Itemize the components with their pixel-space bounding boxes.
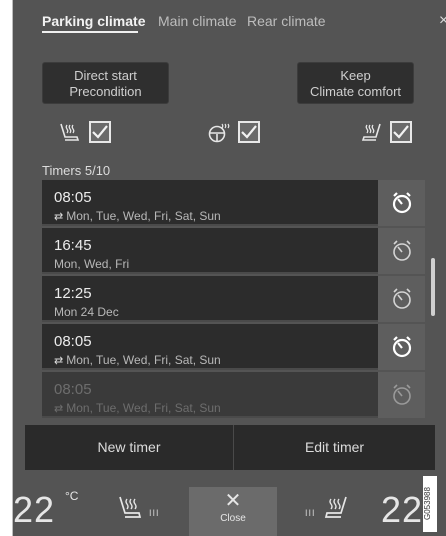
close-label: Close bbox=[220, 513, 246, 524]
timer-row[interactable]: 08:05 ⇄ Mon, Tue, Wed, Fri, Sat, Sun bbox=[42, 372, 425, 418]
right-temperature[interactable]: 22 bbox=[381, 489, 423, 531]
checkmark-icon bbox=[241, 125, 257, 139]
climate-screen: Parking climate Main climate Rear climat… bbox=[12, 0, 446, 536]
timer-toggle-button[interactable] bbox=[378, 276, 425, 322]
keep-climate-comfort-button[interactable]: Keep Climate comfort bbox=[297, 62, 414, 104]
timer-active-icon bbox=[392, 336, 411, 358]
timer-toggle-button[interactable] bbox=[378, 372, 425, 418]
timer-icon bbox=[392, 288, 411, 309]
timer-days: ⇄ Mon, Tue, Wed, Fri, Sat, Sun bbox=[54, 401, 221, 415]
active-tab-indicator bbox=[42, 31, 138, 33]
timer-toggle-button[interactable] bbox=[378, 180, 425, 226]
timers-count-label: Timers 5/10 bbox=[42, 163, 111, 178]
checkmark-icon bbox=[92, 125, 108, 139]
timer-icon bbox=[392, 240, 411, 261]
heated-steering-wheel-checkbox[interactable] bbox=[238, 121, 260, 143]
precondition-label: Precondition bbox=[69, 84, 142, 99]
repeat-icon: ⇄ bbox=[54, 211, 64, 223]
keep-label: Keep bbox=[340, 68, 371, 83]
timer-time: 08:05 bbox=[54, 381, 92, 398]
left-temperature[interactable]: 22 bbox=[13, 489, 55, 531]
close-icon[interactable]: × bbox=[439, 12, 446, 30]
timer-toggle-button[interactable] bbox=[378, 228, 425, 274]
timer-days-text: Mon, Tue, Wed, Fri, Sat, Sun bbox=[66, 401, 221, 415]
timer-days: ⇄ Mon, Tue, Wed, Fri, Sat, Sun bbox=[54, 353, 221, 367]
timer-days: ⇄ Mon, Tue, Wed, Fri, Sat, Sun bbox=[54, 209, 221, 223]
timer-row[interactable]: 16:45 Mon, Wed, Fri bbox=[42, 228, 425, 274]
left-seat-heat-icon[interactable] bbox=[116, 493, 146, 521]
timer-list-scrollbar[interactable] bbox=[431, 258, 435, 316]
repeat-icon: ⇄ bbox=[54, 403, 64, 415]
heated-rear-seat-checkbox[interactable] bbox=[390, 121, 412, 143]
heated-rear-seat-icon bbox=[361, 123, 381, 141]
image-code-label: G053988 bbox=[423, 476, 437, 532]
direct-start-label: Direct start bbox=[74, 68, 137, 83]
checkmark-icon bbox=[393, 125, 409, 139]
heated-seat-checkbox[interactable] bbox=[89, 121, 111, 143]
timer-days-text: Mon, Tue, Wed, Fri, Sat, Sun bbox=[66, 353, 221, 367]
tab-main-climate[interactable]: Main climate bbox=[158, 13, 237, 29]
timer-time: 08:05 bbox=[54, 333, 92, 350]
close-icon: ✕ bbox=[224, 490, 242, 512]
timer-icon bbox=[392, 384, 411, 405]
repeat-icon: ⇄ bbox=[54, 355, 64, 367]
heated-steering-wheel-icon bbox=[208, 123, 230, 143]
heated-seat-icon bbox=[60, 123, 80, 141]
tab-rear-climate[interactable]: Rear climate bbox=[247, 13, 326, 29]
heated-seat-option bbox=[57, 119, 111, 145]
edit-timer-button[interactable]: Edit timer bbox=[234, 425, 435, 470]
timer-time: 12:25 bbox=[54, 285, 92, 302]
climate-comfort-label: Climate comfort bbox=[309, 84, 402, 99]
right-seat-heat-level: III bbox=[305, 508, 316, 518]
timer-active-icon bbox=[392, 192, 411, 214]
direct-start-button[interactable]: Direct start Precondition bbox=[42, 62, 169, 104]
heated-steering-wheel-option bbox=[206, 119, 260, 145]
timer-row[interactable]: 12:25 Mon 24 Dec bbox=[42, 276, 425, 322]
right-seat-heat-icon[interactable] bbox=[320, 493, 350, 521]
timer-row[interactable]: 08:05 ⇄ Mon, Tue, Wed, Fri, Sat, Sun bbox=[42, 180, 425, 226]
temperature-unit: °C bbox=[65, 489, 79, 503]
timer-time: 08:05 bbox=[54, 189, 92, 206]
timer-toggle-button[interactable] bbox=[378, 324, 425, 370]
timer-days-text: Mon, Tue, Wed, Fri, Sat, Sun bbox=[66, 209, 221, 223]
timer-action-bar: New timer Edit timer bbox=[25, 425, 435, 470]
timer-list: 08:05 ⇄ Mon, Tue, Wed, Fri, Sat, Sun 16:4… bbox=[42, 180, 425, 425]
timer-time: 16:45 bbox=[54, 237, 92, 254]
tab-parking-climate[interactable]: Parking climate bbox=[42, 13, 146, 29]
timer-days: Mon, Wed, Fri bbox=[54, 257, 130, 271]
close-button[interactable]: ✕ Close bbox=[189, 487, 277, 536]
timer-row[interactable]: 08:05 ⇄ Mon, Tue, Wed, Fri, Sat, Sun bbox=[42, 324, 425, 370]
heated-rear-seat-option bbox=[358, 119, 412, 145]
tab-bar: Parking climate Main climate Rear climat… bbox=[13, 0, 446, 42]
new-timer-button[interactable]: New timer bbox=[25, 425, 233, 470]
left-seat-heat-level: III bbox=[149, 508, 160, 518]
timer-days: Mon 24 Dec bbox=[54, 305, 119, 319]
